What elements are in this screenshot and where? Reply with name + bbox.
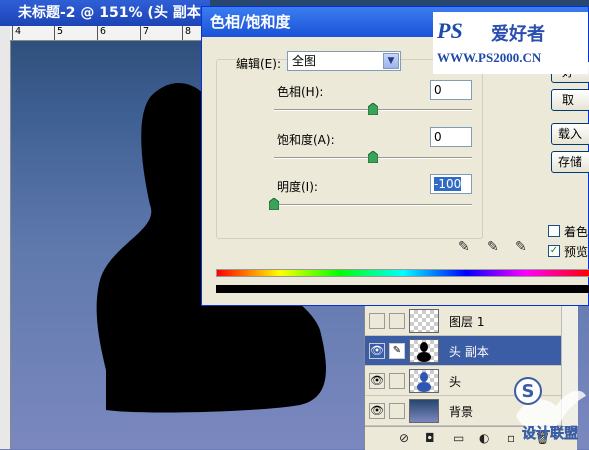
lightness-label: 明度(I):	[277, 180, 318, 194]
link-layers-icon[interactable]: ⊘	[399, 431, 409, 445]
lightness-track[interactable]	[274, 204, 472, 206]
layer-thumbnail	[409, 339, 439, 363]
watermark-logo: S 设计联盟	[514, 377, 586, 442]
layer-name: 图层 1	[449, 315, 485, 329]
saturation-value: 0	[434, 130, 442, 144]
watermark-main-text: S	[522, 381, 535, 402]
layer-thumbnail	[409, 369, 439, 393]
lightness-slider-thumb[interactable]	[269, 198, 279, 210]
ruler-tick: 8	[182, 26, 191, 40]
layer-thumb-shape	[417, 372, 431, 392]
document-title: 未标题-2 @ 151% (头 副本	[0, 0, 210, 26]
edit-label: 编辑(E):	[236, 57, 281, 71]
saturation-input[interactable]: 0	[430, 127, 472, 147]
add-mask-icon[interactable]: ◘	[425, 431, 435, 445]
layer-name: 头	[449, 375, 462, 389]
layer-thumbnail	[409, 399, 439, 423]
colorize-label: 着色	[564, 225, 589, 239]
visibility-toggle[interactable]	[369, 313, 385, 329]
link-toggle[interactable]	[389, 403, 405, 419]
horizontal-ruler: 4 5 6 7 8	[10, 26, 205, 41]
eyedropper-icon[interactable]: ✎	[458, 239, 470, 255]
eye-icon[interactable]: 👁	[369, 343, 385, 359]
vertical-ruler	[0, 26, 11, 449]
chevron-down-icon[interactable]: ▼	[383, 53, 399, 69]
link-toggle[interactable]	[389, 313, 405, 329]
edit-select[interactable]: 全图 ▼	[287, 51, 401, 71]
colorize-checkbox[interactable]	[548, 225, 560, 237]
preview-checkbox[interactable]: ✓	[548, 245, 560, 257]
ps2000-logo: PS 爱好者 WWW.PS2000.CN	[433, 12, 588, 74]
eyedropper-minus-icon[interactable]: ✎	[515, 239, 527, 255]
output-hue-bar	[216, 285, 589, 293]
input-hue-bar	[216, 269, 589, 277]
load-button[interactable]: 载入	[551, 123, 589, 145]
layer-row[interactable]: 图层 1	[365, 306, 577, 336]
lightness-input[interactable]: -100	[430, 174, 472, 194]
link-toggle[interactable]	[389, 373, 405, 389]
new-set-icon[interactable]: ▭	[453, 431, 464, 445]
preview-label: 预览	[564, 245, 589, 259]
logo-cn-text: 爱好者	[491, 24, 545, 45]
layer-thumbnail	[409, 309, 439, 333]
hue-slider-thumb[interactable]	[368, 103, 378, 115]
ruler-tick: 4	[12, 26, 21, 40]
hue-saturation-dialog: 色相/饱和度 编辑(E): 全图 ▼ 色相(H): 0 饱和度(A): 0 明度…	[201, 6, 589, 306]
logo-ps-text: PS	[437, 18, 463, 43]
saturation-label: 饱和度(A):	[277, 133, 335, 147]
edit-select-value: 全图	[292, 54, 317, 68]
layer-name: 头 副本	[449, 345, 489, 359]
layer-thumb-shape	[417, 342, 431, 362]
layer-name: 背景	[449, 405, 474, 419]
ruler-tick: 5	[54, 26, 63, 40]
hue-value: 0	[434, 83, 442, 97]
eyedropper-plus-icon[interactable]: ✎	[487, 239, 499, 255]
hue-label: 色相(H):	[277, 85, 324, 99]
eye-icon[interactable]: 👁	[369, 403, 385, 419]
adjustment-layer-icon[interactable]: ◐	[479, 431, 489, 445]
watermark-sub-text: 设计联盟	[522, 425, 578, 442]
ruler-tick: 6	[97, 26, 106, 40]
hue-input[interactable]: 0	[430, 80, 472, 100]
saturation-slider-thumb[interactable]	[368, 151, 378, 163]
lightness-value: -100	[434, 177, 462, 191]
logo-url-text: WWW.PS2000.CN	[437, 50, 542, 65]
ruler-tick: 7	[140, 26, 149, 40]
save-button[interactable]: 存储	[551, 151, 589, 173]
layer-row[interactable]: 👁 ✎ 头 副本	[365, 336, 577, 366]
eye-icon[interactable]: 👁	[369, 373, 385, 389]
brush-icon[interactable]: ✎	[389, 343, 405, 359]
cancel-button[interactable]: 取	[551, 89, 589, 111]
